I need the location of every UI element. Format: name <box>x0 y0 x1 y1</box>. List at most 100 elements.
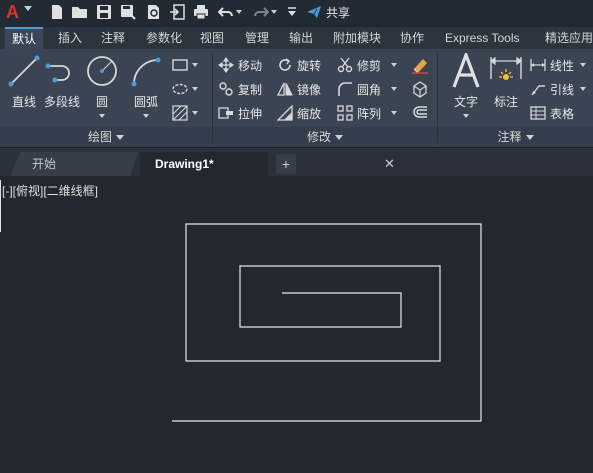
tab-featured-apps[interactable]: 精选应用 <box>538 27 593 49</box>
scale-tool-button[interactable]: 缩放 <box>277 103 321 123</box>
text-icon <box>448 53 484 89</box>
circle-icon <box>84 53 120 89</box>
app-logo[interactable]: A <box>6 1 19 23</box>
fillet-tool-button[interactable]: 圆角 <box>337 79 398 99</box>
tab-annotate[interactable]: 注释 <box>94 27 132 49</box>
share-label: 共享 <box>326 5 351 20</box>
text-dropdown-icon[interactable] <box>463 114 469 118</box>
customize-qat-dropdown-icon[interactable] <box>286 3 298 21</box>
tab-manage[interactable]: 管理 <box>238 27 276 49</box>
rotate-tool-button[interactable]: 旋转 <box>277 55 321 75</box>
rectangle-icon <box>172 57 188 73</box>
share-icon <box>307 6 321 18</box>
line-tool-label: 直线 <box>11 95 36 109</box>
array-tool-button[interactable]: 阵列 <box>337 103 398 123</box>
linear-dimension-button[interactable]: 线性 <box>530 55 587 75</box>
trim-tool-button[interactable]: 修剪 <box>337 55 398 75</box>
table-button[interactable]: 表格 <box>530 103 574 123</box>
annotation-panel: 文字 标注 线性 引线 表格 注释 <box>438 49 593 147</box>
modify-panel-title-text: 修改 <box>306 130 331 144</box>
tab-default[interactable]: 默认 <box>5 27 44 49</box>
stretch-label: 拉伸 <box>238 106 263 121</box>
tab-output[interactable]: 输出 <box>282 27 320 49</box>
file-tabs-bar: 开始 Drawing1* ✕ + <box>0 148 593 176</box>
move-icon <box>218 57 234 73</box>
tab-express-tools[interactable]: Express Tools <box>438 27 526 49</box>
trim-label: 修剪 <box>357 58 382 73</box>
offset-icon[interactable] <box>411 103 429 123</box>
circle-dropdown-icon[interactable] <box>99 114 105 118</box>
ellipse-tool-button[interactable] <box>172 79 198 99</box>
close-tab-icon[interactable]: ✕ <box>384 152 395 176</box>
tab-view[interactable]: 视图 <box>193 27 231 49</box>
share-button[interactable]: 共享 <box>306 3 350 21</box>
copy-tool-button[interactable]: 复制 <box>218 79 262 99</box>
print-icon[interactable] <box>192 3 210 21</box>
undo-dropdown-icon[interactable] <box>234 3 244 21</box>
hatch-tool-button[interactable] <box>172 103 198 123</box>
start-tab[interactable]: 开始 <box>10 152 138 176</box>
quick-access-toolbar: A 共享 <box>0 0 593 25</box>
dimension-tool-button[interactable]: 标注 <box>488 53 524 110</box>
spiral-polyline[interactable] <box>172 223 482 422</box>
redo-icon[interactable] <box>252 3 270 21</box>
print-preview-icon[interactable] <box>144 3 162 21</box>
tab-parametric[interactable]: 参数化 <box>139 27 189 49</box>
arc-icon <box>128 53 164 89</box>
array-label: 阵列 <box>357 106 382 121</box>
polyline-tool-button[interactable]: 多段线 <box>44 53 80 110</box>
arc-dropdown-icon[interactable] <box>143 114 149 118</box>
ribbon: 直线 多段线 圆 圆弧 绘图 移动 旋转 修剪 复制 镜像 圆角 拉伸 缩放 阵… <box>0 49 593 148</box>
circle-tool-button[interactable]: 圆 <box>84 53 120 118</box>
array-icon <box>337 105 353 121</box>
open-icon[interactable] <box>71 3 89 21</box>
modify-panel-title[interactable]: 修改 <box>213 127 437 147</box>
modify-panel: 移动 旋转 修剪 复制 镜像 圆角 拉伸 缩放 阵列 修改 <box>213 49 437 147</box>
tab-insert[interactable]: 插入 <box>51 27 89 49</box>
drawing-geometry[interactable] <box>0 176 593 473</box>
linear-label: 线性 <box>550 58 575 73</box>
annotation-panel-title[interactable]: 注释 <box>438 127 593 147</box>
drawing-canvas[interactable]: [-][俯视][二维线框] <box>0 176 593 473</box>
export-icon[interactable] <box>168 3 186 21</box>
drawing-tab-label: Drawing1* <box>155 157 214 171</box>
move-tool-button[interactable]: 移动 <box>218 55 262 75</box>
explode-icon[interactable] <box>411 79 429 99</box>
polyline-tool-label: 多段线 <box>44 95 81 109</box>
modify-panel-expand-icon <box>335 135 343 141</box>
tab-collaborate[interactable]: 协作 <box>393 27 431 49</box>
rotate-icon <box>277 57 293 73</box>
fillet-label: 圆角 <box>357 82 382 97</box>
rectangle-tool-button[interactable] <box>172 55 198 75</box>
rotate-label: 旋转 <box>297 58 322 73</box>
move-label: 移动 <box>238 58 263 73</box>
save-icon[interactable] <box>95 3 113 21</box>
polyline-icon <box>44 53 80 89</box>
undo-icon[interactable] <box>217 3 235 21</box>
line-tool-button[interactable]: 直线 <box>6 53 42 110</box>
new-icon[interactable] <box>48 3 66 21</box>
mirror-tool-button[interactable]: 镜像 <box>277 79 321 99</box>
draw-panel-title[interactable]: 绘图 <box>0 127 212 147</box>
stretch-tool-button[interactable]: 拉伸 <box>218 103 262 123</box>
annotation-panel-title-text: 注释 <box>497 130 522 144</box>
fillet-icon <box>337 81 353 97</box>
drawing-tab[interactable]: Drawing1* ✕ <box>140 152 395 176</box>
draw-panel: 直线 多段线 圆 圆弧 绘图 <box>0 49 212 147</box>
linear-dimension-icon <box>530 57 546 73</box>
stretch-icon <box>218 105 234 121</box>
erase-icon[interactable] <box>411 55 429 75</box>
new-tab-button[interactable]: + <box>276 154 296 174</box>
leader-button[interactable]: 引线 <box>530 79 587 99</box>
save-as-icon[interactable] <box>119 3 137 21</box>
arc-tool-button[interactable]: 圆弧 <box>128 53 164 118</box>
table-icon <box>530 105 546 121</box>
dimension-icon <box>488 53 524 89</box>
redo-dropdown-icon[interactable] <box>269 3 279 21</box>
app-menu-caret-icon[interactable] <box>24 6 32 11</box>
dimension-tool-label: 标注 <box>493 95 518 109</box>
text-tool-button[interactable]: 文字 <box>448 53 484 118</box>
ellipse-icon <box>172 81 188 97</box>
draw-panel-title-text: 绘图 <box>87 130 112 144</box>
tab-addins[interactable]: 附加模块 <box>326 27 388 49</box>
